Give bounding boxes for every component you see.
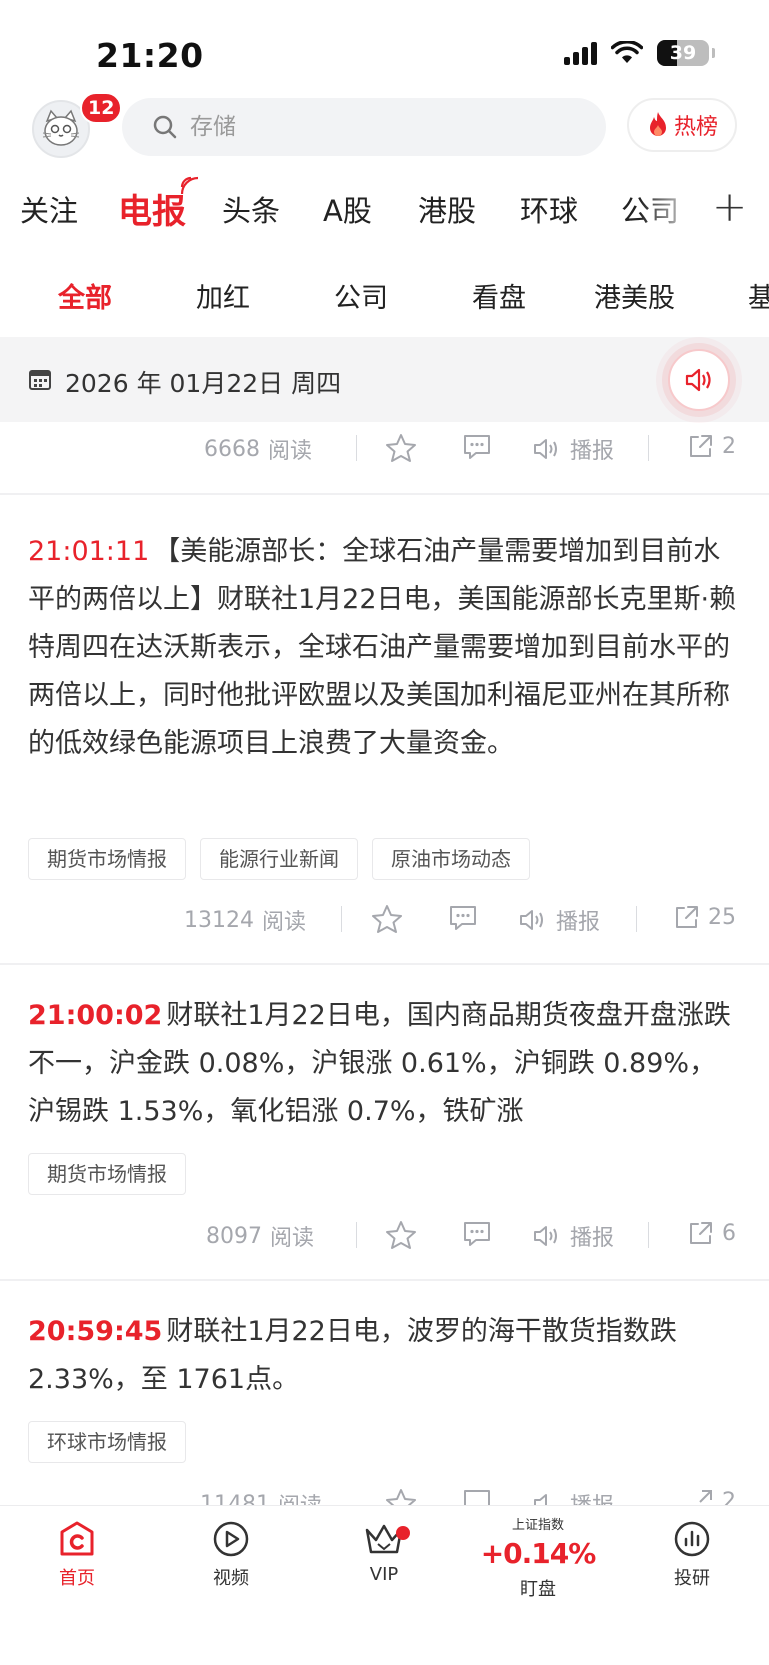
search-icon xyxy=(153,115,177,139)
comment-icon[interactable] xyxy=(462,433,492,461)
chart-circle-icon xyxy=(674,1521,710,1557)
battery-level: 39 xyxy=(669,42,697,64)
comment-icon[interactable] xyxy=(462,1220,492,1248)
speaker-icon xyxy=(534,1226,557,1246)
subtab-all[interactable]: 全部 xyxy=(58,276,112,315)
read-count: 6668 阅读 xyxy=(204,436,313,465)
tab-follow[interactable]: 关注 xyxy=(20,188,78,230)
tab-hk-stocks[interactable]: 港股 xyxy=(418,188,476,230)
share-icon xyxy=(690,1222,712,1244)
sub-tabs: 全部 加红 公司 看盘 港美股 基 xyxy=(0,272,769,322)
broadcast-button[interactable]: 播报 xyxy=(532,1220,614,1252)
battery-icon: 39 xyxy=(657,40,715,66)
broadcast-button[interactable]: 播报 xyxy=(532,433,614,465)
cat-avatar-icon xyxy=(42,109,80,146)
star-icon[interactable] xyxy=(385,433,417,463)
broadcast-button[interactable]: 播报 xyxy=(532,1488,614,1505)
nav-home[interactable]: 首页 xyxy=(27,1520,127,1590)
subtab-fund[interactable]: 基 xyxy=(748,276,769,315)
speaker-icon xyxy=(685,368,711,392)
star-icon[interactable] xyxy=(371,904,403,934)
subtab-hk-us[interactable]: 港美股 xyxy=(594,276,675,315)
news-item[interactable]: 21:01:11 【美能源部长：全球石油产量需要增加到目前水平的两倍以上】财联社1… xyxy=(28,528,738,768)
date-label: 2026 年 01月22日 周四 xyxy=(65,369,342,398)
read-count: 13124 阅读 xyxy=(184,907,307,936)
share-button[interactable]: 6 xyxy=(688,1220,736,1246)
home-logo-icon xyxy=(60,1521,94,1556)
speaker-icon xyxy=(534,1494,547,1505)
news-item[interactable]: 20:59:45 财联社1月22日电，波罗的海干散货指数跌 2.33%，至 176… xyxy=(28,1308,738,1404)
tag[interactable]: 能源行业新闻 xyxy=(200,838,358,880)
subtab-market-watch[interactable]: 看盘 xyxy=(472,276,526,315)
action-row: 13124 阅读 播报 25 xyxy=(0,896,769,940)
index-name: 上证指数 xyxy=(511,1518,564,1533)
date-bar: 2026 年 01月22日 周四 xyxy=(0,337,769,422)
index-change: +0.14% xyxy=(480,1537,597,1570)
broadcast-all-button[interactable] xyxy=(668,349,730,411)
nav-research[interactable]: 投研 xyxy=(642,1520,742,1590)
tag[interactable]: 期货市场情报 xyxy=(28,1153,186,1195)
status-bar: 21:20 39 xyxy=(0,0,769,86)
speaker-icon xyxy=(520,910,543,930)
share-button[interactable]: 25 xyxy=(674,904,736,930)
subtab-highlighted[interactable]: 加红 xyxy=(196,276,250,315)
read-count: 8097 阅读 xyxy=(206,1223,315,1252)
tag[interactable]: 期货市场情报 xyxy=(28,838,186,880)
main-tabs: 关注 电报 头条 A股 港股 环球 公司 + xyxy=(0,176,769,240)
nav-watch[interactable]: 上证指数 +0.14% 盯盘 xyxy=(481,1518,597,1601)
share-icon xyxy=(699,1490,712,1503)
search-bar[interactable] xyxy=(122,98,606,156)
status-icons: 39 xyxy=(564,40,715,66)
news-item[interactable]: 21:00:02 财联社1月22日电，国内商品期货夜盘开盘涨跌不一，沪金跌 0.0… xyxy=(28,992,738,1136)
share-icon xyxy=(676,906,698,928)
tag[interactable]: 原油市场动态 xyxy=(372,838,530,880)
subtab-company[interactable]: 公司 xyxy=(334,276,388,315)
action-row: 6668 阅读 播报 2 xyxy=(0,425,769,469)
calendar-icon xyxy=(29,370,51,390)
tab-headlines[interactable]: 头条 xyxy=(222,188,280,230)
tab-a-shares[interactable]: A股 xyxy=(323,188,372,230)
news-time: 21:00:02 xyxy=(28,1000,163,1031)
search-input[interactable] xyxy=(190,114,570,140)
action-row: 11481阅读 播报 2 xyxy=(0,1480,769,1505)
broadcast-button[interactable]: 播报 xyxy=(518,904,600,936)
news-time: 21:01:11 xyxy=(28,536,150,567)
speaker-icon xyxy=(534,439,557,459)
tag-list: 期货市场情报 xyxy=(28,1153,186,1195)
vip-notification-dot xyxy=(396,1526,410,1540)
star-icon[interactable] xyxy=(385,1220,417,1250)
tab-global[interactable]: 环球 xyxy=(520,188,578,230)
live-signal-icon xyxy=(180,176,199,195)
comment-icon[interactable] xyxy=(462,1488,492,1505)
header: 12 热榜 xyxy=(0,92,769,164)
hot-list-button[interactable]: 热榜 xyxy=(627,98,737,152)
bottom-nav: 首页 视频 VIP 上证指数 +0.14% 盯盘 投研 xyxy=(0,1505,769,1665)
share-button[interactable]: 2 xyxy=(688,433,736,459)
status-time: 21:20 xyxy=(96,36,204,75)
tag-list: 期货市场情报 能源行业新闻 原油市场动态 xyxy=(28,838,530,880)
tag[interactable]: 环球市场情报 xyxy=(28,1421,186,1463)
news-time: 20:59:45 xyxy=(28,1316,163,1347)
play-icon xyxy=(213,1521,249,1557)
tag-list: 环球市场情报 xyxy=(28,1421,186,1463)
cellular-signal-icon xyxy=(564,41,597,65)
action-row: 8097 阅读 播报 6 xyxy=(0,1212,769,1256)
tab-telegraph[interactable]: 电报 xyxy=(118,184,186,233)
read-count: 11481阅读 xyxy=(200,1491,322,1506)
notification-badge: 12 xyxy=(80,92,123,124)
nav-video[interactable]: 视频 xyxy=(181,1520,281,1590)
comment-icon[interactable] xyxy=(448,904,478,932)
flame-icon xyxy=(649,112,666,136)
add-tab-button[interactable]: + xyxy=(712,182,747,231)
share-button[interactable]: 2 xyxy=(688,1488,736,1505)
hot-list-label: 热榜 xyxy=(673,115,718,140)
wifi-icon xyxy=(611,41,643,63)
nav-vip[interactable]: VIP xyxy=(334,1520,434,1585)
star-icon[interactable] xyxy=(385,1488,417,1505)
share-icon xyxy=(690,435,712,457)
news-text: 【美能源部长：全球石油产量需要增加到目前水平的两倍以上】财联社1月22日电，美国… xyxy=(28,536,737,759)
